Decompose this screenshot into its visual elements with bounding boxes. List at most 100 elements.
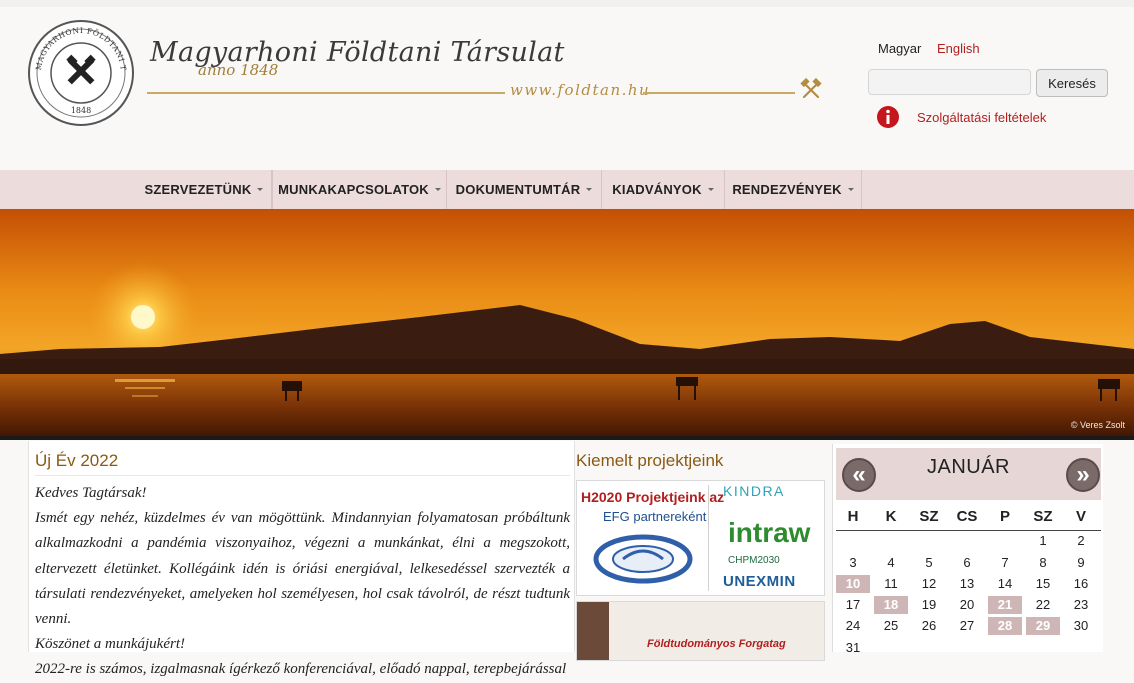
calendar-day: 15	[1035, 576, 1051, 591]
logo-divider-right	[643, 92, 795, 94]
calendar-day: 4	[887, 555, 895, 570]
calendar-day: 26	[921, 618, 937, 633]
caret-down-icon	[434, 188, 441, 191]
calendar-day: 9	[1077, 555, 1085, 570]
calendar-weekday-label: SZ	[1033, 508, 1053, 525]
photo-credit: © Veres Zsolt	[1070, 420, 1125, 430]
calendar-day: 3	[849, 555, 857, 570]
nav-item-label: DOKUMENTUMTÁR	[455, 182, 581, 197]
nav-item-rendezvenyek[interactable]: RENDEZVÉNYEK	[725, 170, 862, 209]
nav-item-label: MUNKAKAPCSOLATOK	[278, 182, 429, 197]
hero-banner: © Veres Zsolt	[0, 209, 1134, 439]
caret-down-icon	[847, 188, 854, 191]
calendar-day: 12	[921, 576, 937, 591]
calendar-day: 5	[925, 555, 933, 570]
calendar-day: 1	[1039, 533, 1047, 548]
double-chevron-left-icon: «	[852, 461, 866, 488]
calendar-day: 7	[1001, 555, 1009, 570]
crossed-hammers-icon	[800, 78, 822, 99]
search-input[interactable]	[868, 69, 1031, 95]
calendar-day: 2	[1077, 533, 1085, 548]
calendar-prev-button[interactable]: «	[842, 458, 876, 492]
article-paragraph: 2022-re is számos, izgalmasnak ígérkező …	[35, 661, 567, 678]
banner-line1-label: H2020 Projektjeink az	[581, 489, 725, 505]
h2020-projects-banner[interactable]: H2020 Projektjeink az EFG partnereként K…	[576, 480, 825, 596]
calendar-day: 20	[959, 597, 975, 612]
banner-line2-label: EFG partnereként	[603, 509, 707, 524]
featured-projects-title: Kiemelt projektjeink	[576, 451, 724, 470]
logo-divider-left	[147, 92, 505, 94]
calendar-day: 6	[963, 555, 971, 570]
calendar-weekday-label: V	[1075, 508, 1086, 525]
caret-down-icon	[257, 188, 264, 191]
lang-english-link[interactable]: English	[937, 41, 980, 56]
calendar-day: 27	[959, 618, 975, 633]
calendar-day: 17	[845, 597, 861, 612]
terms-of-service-link[interactable]: Szolgáltatási feltételek	[917, 110, 1046, 125]
forgatag-label: Földtudományos Forgatag	[647, 638, 786, 650]
calendar-weekday-label: H	[847, 508, 859, 525]
calendar-weekday-label: SZ	[919, 508, 939, 525]
nav-item-szervezetunk[interactable]: SZERVEZETÜNK	[137, 170, 272, 209]
unexmin-logo-text: UNEXMIN	[723, 573, 796, 590]
double-chevron-right-icon: »	[1076, 461, 1090, 488]
calendar-weekday-label: K	[885, 508, 897, 525]
site-url-text: www.foldtan.hu	[510, 81, 651, 99]
calendar-header-divider	[836, 530, 1101, 531]
article-title[interactable]: Új Év 2022	[35, 451, 118, 471]
calendar-day: 23	[1073, 597, 1089, 612]
banner-divider	[708, 485, 709, 591]
calendar-day: 22	[1035, 597, 1051, 612]
foldtudomanyos-forgatag-banner[interactable]: Földtudományos Forgatag	[576, 601, 825, 661]
article-paragraph: Ismét egy nehéz, küzdelmes év van mögött…	[35, 510, 570, 628]
article-title-divider	[35, 475, 570, 476]
article-paragraph: Köszönet a munkájukért!	[35, 636, 185, 653]
calendar-day: 30	[1073, 618, 1089, 633]
calendar-weekday-label: P	[999, 508, 1010, 525]
nav-item-label: SZERVEZETÜNK	[144, 182, 252, 197]
caret-down-icon	[586, 188, 593, 191]
calendar-day: 24	[845, 618, 861, 633]
article-body: Kedves Tagtársak! Ismét egy nehéz, küzde…	[35, 481, 570, 683]
calendar-day: 19	[921, 597, 937, 612]
calendar-day[interactable]: 18	[874, 596, 908, 614]
banner-photo-image	[577, 602, 609, 660]
nav-item-label: RENDEZVÉNYEK	[732, 182, 842, 197]
featured-projects: Kiemelt projektjeink H2020 Projektjeink …	[576, 441, 828, 661]
calendar-header: JANUÁR « »	[836, 448, 1101, 500]
seal-year-text: 1848	[71, 106, 91, 115]
calendar-day: 8	[1039, 555, 1047, 570]
nav-item-dokumentumtar[interactable]: DOKUMENTUMTÁR	[447, 170, 602, 209]
calendar-day: 31	[845, 640, 861, 655]
lang-hungarian-link[interactable]: Magyar	[878, 41, 921, 56]
calendar-day: 16	[1073, 576, 1089, 591]
calendar-day[interactable]: 10	[836, 575, 870, 593]
site-founded-text: anno 1848	[198, 61, 279, 79]
article-panel: Új Év 2022 Kedves Tagtársak! Ismét egy n…	[28, 441, 575, 677]
kindra-logo-text: KINDRA	[723, 483, 785, 499]
calendar-day[interactable]: 28	[988, 617, 1022, 635]
calendar-day[interactable]: 29	[1026, 617, 1060, 635]
society-seal-logo[interactable]: MAGYARHONI FÖLDTANI TÁRSULAT 1848	[27, 19, 135, 127]
info-icon	[877, 106, 899, 128]
calendar-day: 14	[997, 576, 1013, 591]
hero-bottom-border	[0, 436, 1134, 440]
main-nav: SZERVEZETÜNK MUNKAKAPCSOLATOK DOKUMENTUM…	[0, 170, 1134, 209]
article-paragraph: Kedves Tagtársak!	[35, 485, 147, 501]
calendar-day: 25	[883, 618, 899, 633]
event-calendar: JANUÁR « » H K SZ CS P SZ V 1 2 3 4 5 6 7 8 9 10 11 12 13 1…	[832, 444, 1103, 655]
calendar-day: 11	[884, 576, 898, 591]
caret-down-icon	[707, 188, 714, 191]
calendar-day[interactable]: 21	[988, 596, 1022, 614]
sunset-lake-image	[0, 209, 1134, 439]
intraw-logo-text: intraw	[728, 517, 811, 548]
efg-logo-icon	[593, 534, 693, 584]
calendar-day: 13	[959, 576, 975, 591]
search-button[interactable]: Keresés	[1036, 69, 1108, 97]
top-strip	[0, 0, 1134, 7]
calendar-weekday-label: CS	[956, 508, 978, 525]
nav-item-kiadvanyok[interactable]: KIADVÁNYOK	[602, 170, 725, 209]
nav-item-munkakapcsolatok[interactable]: MUNKAKAPCSOLATOK	[272, 170, 447, 209]
calendar-next-button[interactable]: »	[1066, 458, 1100, 492]
chpm-logo-text: CHPM2030	[728, 555, 780, 566]
